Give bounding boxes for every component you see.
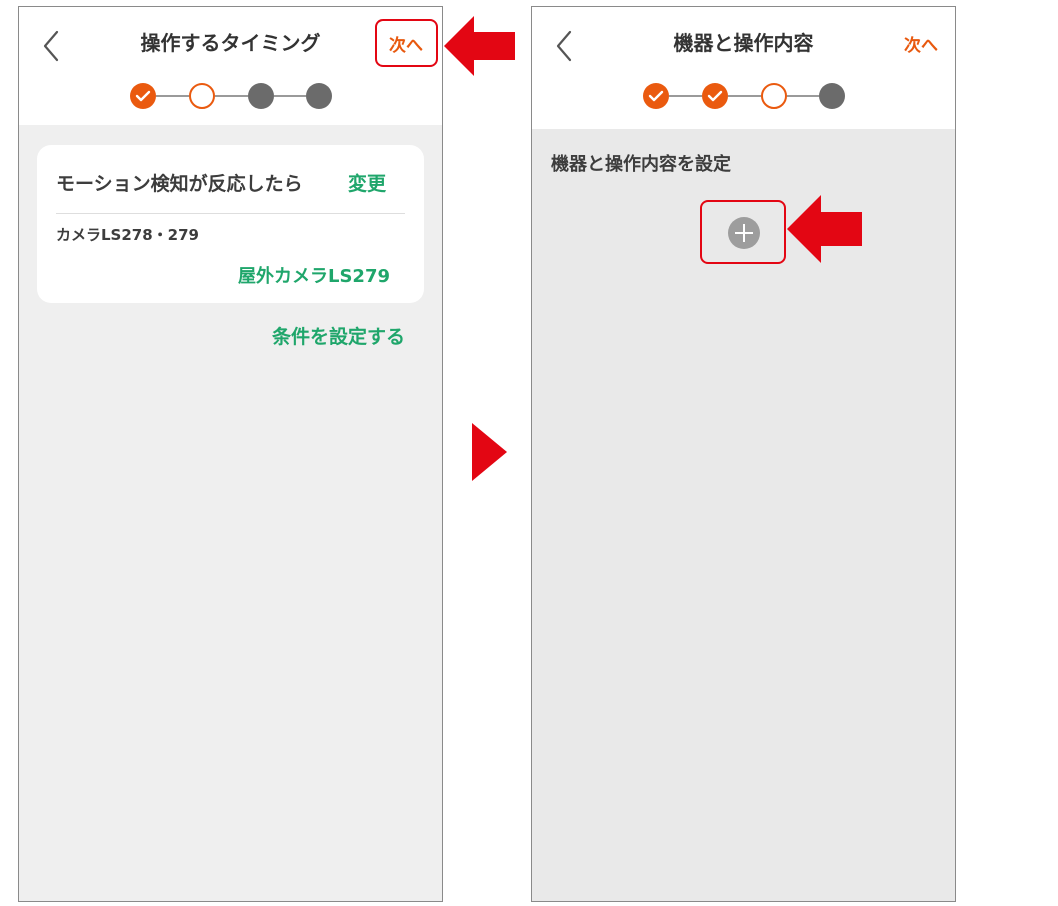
condition-title: モーション検知が反応したら [56, 173, 303, 195]
step-indicator [532, 81, 955, 113]
next-step-triangle-icon [472, 423, 507, 481]
check-icon [135, 90, 151, 102]
step-1-done [130, 83, 156, 109]
step-3-todo [248, 83, 274, 109]
page-title: 機器と操作内容 [673, 31, 814, 55]
step-connector [728, 95, 761, 97]
step-1-done [643, 83, 669, 109]
step-2-done [702, 83, 728, 109]
set-condition-button[interactable]: 条件を設定する [272, 322, 405, 349]
next-button[interactable]: 次へ [904, 31, 938, 56]
app-header: 操作するタイミング 次へ [19, 7, 442, 125]
add-device-button-highlight[interactable] [700, 200, 786, 264]
red-arrow-icon [444, 16, 515, 76]
check-icon [648, 90, 664, 102]
step-connector [156, 95, 189, 97]
step-connector [274, 95, 306, 97]
step-4-todo [306, 83, 332, 109]
check-icon [707, 90, 723, 102]
app-header: 機器と操作内容 次へ [532, 7, 955, 129]
step-connector [787, 95, 819, 97]
device-name-link[interactable]: 屋外カメラLS279 [238, 262, 390, 288]
left-phone-screen: 操作するタイミング 次へ モーション検知が反応したら 変更 カメラLS278・2… [18, 6, 443, 902]
right-phone-screen: 機器と操作内容 次へ 機器と操作内容を設定 [531, 6, 956, 902]
change-button[interactable]: 変更 [348, 169, 386, 196]
device-type-label: カメラLS278・279 [56, 226, 199, 244]
next-button-highlight [375, 19, 438, 67]
step-connector [215, 95, 248, 97]
step-3-current [761, 83, 787, 109]
red-arrow-icon [787, 195, 862, 263]
step-2-current [189, 83, 215, 109]
plus-circle-icon[interactable] [728, 217, 760, 249]
step-4-todo [819, 83, 845, 109]
step-indicator [19, 81, 442, 113]
divider [56, 213, 405, 214]
condition-card: モーション検知が反応したら 変更 カメラLS278・279 屋外カメラLS279 [37, 145, 424, 303]
section-label: 機器と操作内容を設定 [551, 154, 731, 175]
step-connector [669, 95, 702, 97]
